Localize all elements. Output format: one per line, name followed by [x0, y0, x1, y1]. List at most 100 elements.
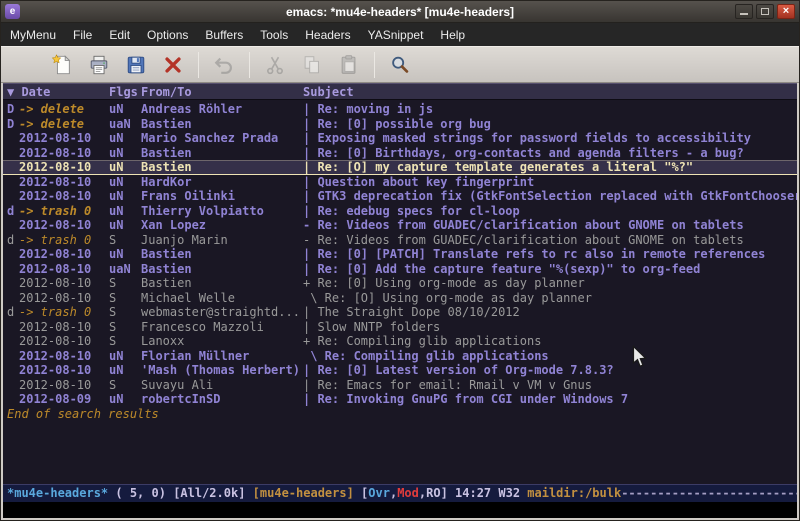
message-row[interactable]: d-> trash 0Swebmaster@straightd...| The …	[3, 305, 797, 320]
message-row[interactable]: 2012-08-10uNHardKor| Question about key …	[3, 175, 797, 190]
menu-item-file[interactable]: File	[73, 28, 92, 42]
new-file-button[interactable]	[47, 50, 77, 80]
message-flags: uN	[109, 160, 141, 175]
message-row[interactable]: 2012-08-10uNMario Sanchez Prada| Exposin…	[3, 131, 797, 146]
paste-icon	[338, 54, 360, 76]
column-header-date[interactable]: ▼ Date	[7, 84, 109, 99]
menu-item-buffers[interactable]: Buffers	[205, 28, 243, 42]
message-subject: | Slow NNTP folders	[303, 320, 797, 335]
menu-item-headers[interactable]: Headers	[305, 28, 350, 42]
message-row[interactable]: d-> trash 0uNThierry Volpiatto| Re: edeb…	[3, 204, 797, 219]
modeline-segment: Ovr	[368, 486, 390, 500]
menu-item-yasnippet[interactable]: YASnippet	[368, 28, 424, 42]
message-flags: S	[109, 276, 141, 291]
message-from: Mario Sanchez Prada	[141, 131, 303, 146]
message-row[interactable]: 2012-08-10SLanoxx+ Re: Compiling glib ap…	[3, 334, 797, 349]
message-row[interactable]: 2012-08-10uNBastien| Re: [O] my capture …	[3, 160, 797, 175]
message-date: -> trash 0	[19, 233, 109, 248]
save-button[interactable]	[121, 50, 151, 80]
message-flags: S	[109, 320, 141, 335]
close-button[interactable]	[158, 50, 188, 80]
message-row[interactable]: D-> deleteuNAndreas Röhler| Re: moving i…	[3, 102, 797, 117]
column-header-from[interactable]: From/To	[141, 84, 303, 99]
column-header-flags[interactable]: Flgs	[109, 84, 141, 99]
print-button[interactable]	[84, 50, 114, 80]
modeline-segment: maildir:/bulk	[527, 486, 621, 500]
toolbar	[1, 46, 799, 83]
menu-item-edit[interactable]: Edit	[109, 28, 130, 42]
minimize-button[interactable]	[735, 4, 753, 19]
message-row[interactable]: 2012-08-10SFrancesco Mazzoli| Slow NNTP …	[3, 320, 797, 335]
menu-item-mymenu[interactable]: MyMenu	[10, 28, 56, 42]
message-row[interactable]: 2012-08-10uNXan Lopez- Re: Videos from G…	[3, 218, 797, 233]
message-row[interactable]: 2012-08-10uN'Mash (Thomas Herbert)| Re: …	[3, 363, 797, 378]
message-mark	[7, 378, 19, 393]
message-subject: - Re: Videos from GUADEC/clarification a…	[303, 233, 797, 248]
message-row[interactable]: 2012-08-10uaNBastien| Re: [0] Add the ca…	[3, 262, 797, 277]
menu-item-tools[interactable]: Tools	[260, 28, 288, 42]
emacs-icon: e	[5, 4, 20, 19]
message-mark	[7, 334, 19, 349]
message-mark: D	[7, 117, 19, 132]
close-icon	[162, 54, 184, 76]
message-row[interactable]: 2012-08-10SSuvayu Ali| Re: Emacs for ema…	[3, 378, 797, 393]
message-row[interactable]: 2012-08-10uNBastien| Re: [0] [PATCH] Tra…	[3, 247, 797, 262]
message-subject: | Re: moving in js	[303, 102, 797, 117]
message-flags: S	[109, 334, 141, 349]
message-mark	[7, 392, 19, 407]
message-row[interactable]: 2012-08-10uNFrans Oilinki| GTK3 deprecat…	[3, 189, 797, 204]
message-from: Bastien	[141, 117, 303, 132]
message-mark	[7, 262, 19, 277]
message-row[interactable]: 2012-08-10SBastien+ Re: [0] Using org-mo…	[3, 276, 797, 291]
message-flags: uN	[109, 131, 141, 146]
message-mark	[7, 291, 19, 306]
message-subject: | The Straight Dope 08/10/2012	[303, 305, 797, 320]
message-row[interactable]: 2012-08-10SMichael Welle \ Re: [O] Using…	[3, 291, 797, 306]
message-date: -> trash 0	[19, 204, 109, 219]
window-title: emacs: *mu4e-headers* [mu4e-headers]	[1, 5, 799, 19]
message-date: 2012-08-10	[19, 247, 109, 262]
message-subject: | Re: edebug specs for cl-loop	[303, 204, 797, 219]
message-subject: \ Re: Compiling glib applications	[303, 349, 797, 364]
close-button[interactable]: ×	[777, 4, 795, 19]
message-from: robertcInSD	[141, 392, 303, 407]
message-date: 2012-08-10	[19, 160, 109, 175]
message-mark	[7, 175, 19, 190]
message-mark	[7, 320, 19, 335]
message-row[interactable]: 2012-08-10uNBastien| Re: [0] Birthdays, …	[3, 146, 797, 161]
toolbar-separator	[249, 52, 250, 78]
message-from: Bastien	[141, 146, 303, 161]
message-date: 2012-08-10	[19, 189, 109, 204]
maximize-button[interactable]	[756, 4, 774, 19]
message-mark	[7, 363, 19, 378]
message-from: Xan Lopez	[141, 218, 303, 233]
message-from: Michael Welle	[141, 291, 303, 306]
maximize-icon	[761, 8, 769, 15]
message-flags: uN	[109, 204, 141, 219]
message-row[interactable]: D-> deleteuaNBastien| Re: [0] possible o…	[3, 117, 797, 132]
message-date: 2012-08-10	[19, 291, 109, 306]
message-row[interactable]: d-> trash 0SJuanjo Marin- Re: Videos fro…	[3, 233, 797, 248]
modeline-segment: Mod	[397, 486, 419, 500]
message-mark: d	[7, 233, 19, 248]
message-mark: D	[7, 102, 19, 117]
message-row[interactable]: 2012-08-10uNFlorian Müllner \ Re: Compil…	[3, 349, 797, 364]
message-from: Lanoxx	[141, 334, 303, 349]
message-flags: uN	[109, 146, 141, 161]
message-mark	[7, 247, 19, 262]
undo-button	[209, 50, 239, 80]
message-subject: - Re: Videos from GUADEC/clarification a…	[303, 218, 797, 233]
modeline-segment: [mu4e-headers]	[253, 486, 361, 500]
search-button[interactable]	[385, 50, 415, 80]
message-flags: uN	[109, 349, 141, 364]
message-row[interactable]: 2012-08-09uNrobertcInSD| Re: Invoking Gn…	[3, 392, 797, 407]
message-mark	[7, 131, 19, 146]
menu-item-options[interactable]: Options	[147, 28, 188, 42]
column-header-subject[interactable]: Subject	[303, 84, 797, 99]
message-date: 2012-08-10	[19, 334, 109, 349]
modeline-segment: 14:27	[455, 486, 498, 500]
message-date: 2012-08-10	[19, 320, 109, 335]
menu-item-help[interactable]: Help	[440, 28, 465, 42]
copy-icon	[301, 54, 323, 76]
message-flags: S	[109, 291, 141, 306]
